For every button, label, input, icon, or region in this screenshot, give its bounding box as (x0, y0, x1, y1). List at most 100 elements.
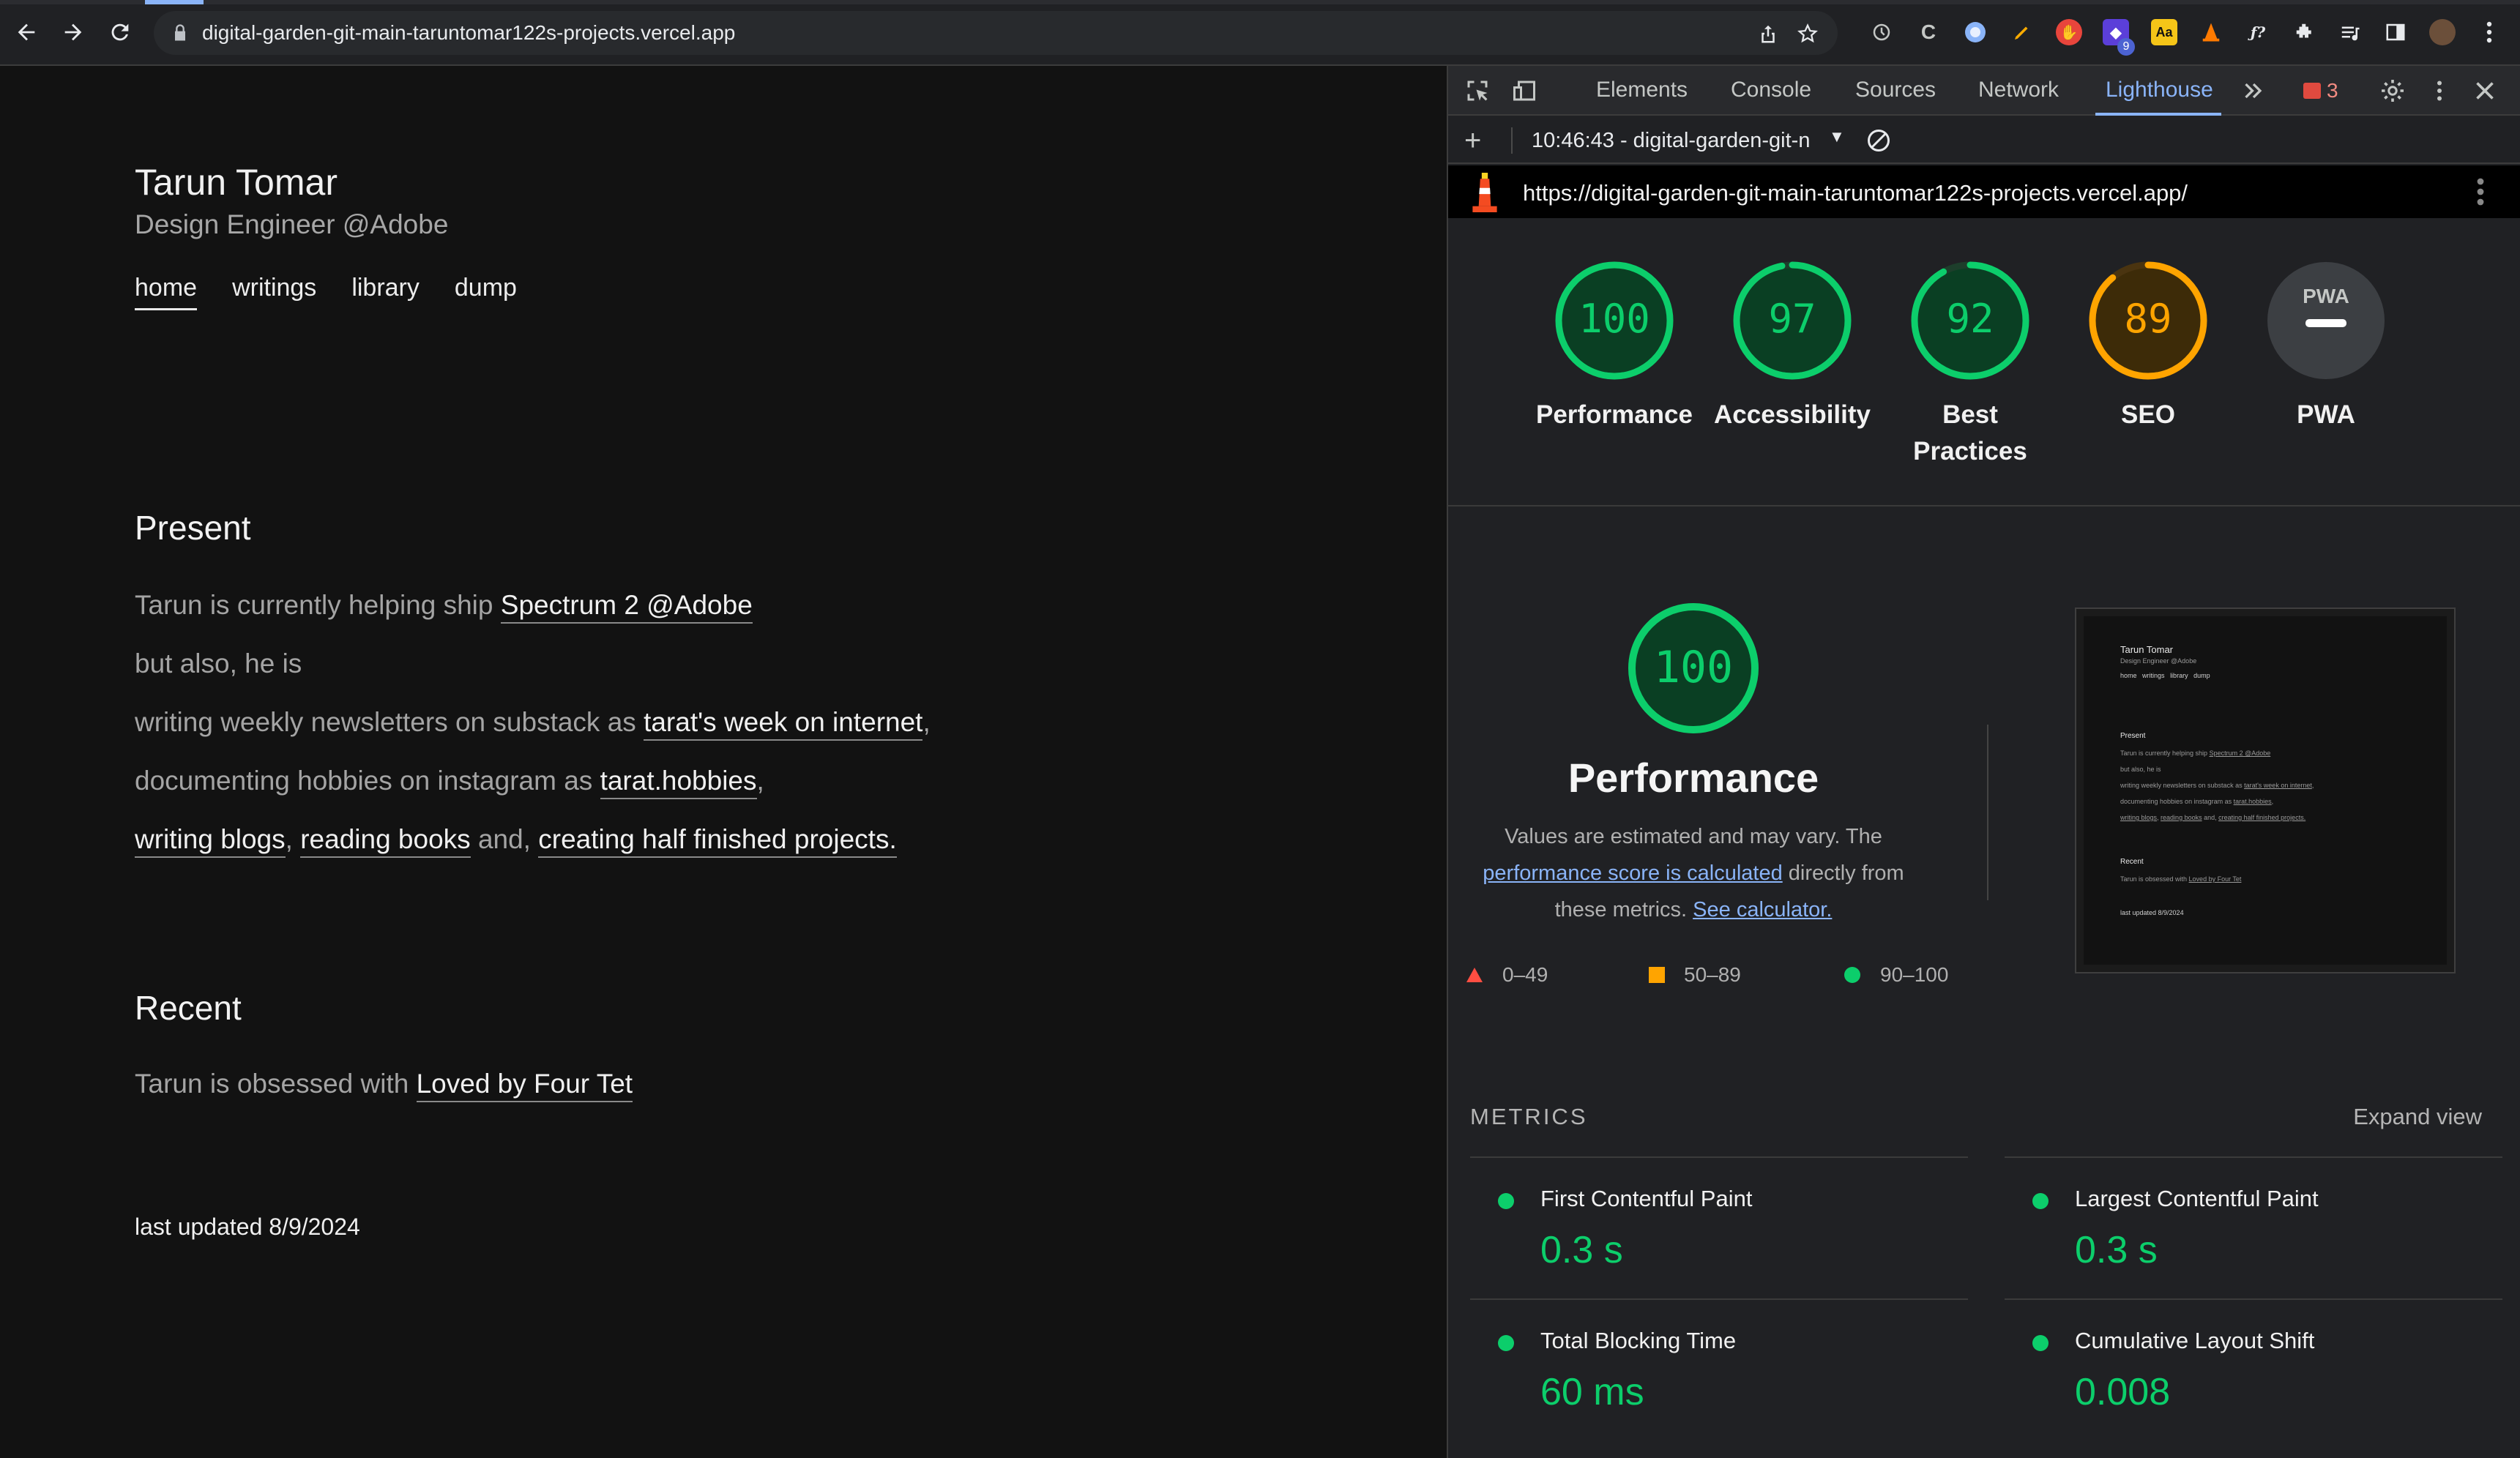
tab-network[interactable]: Network (1978, 78, 2059, 102)
thumb-line-4-link: tarat.hobbies (2233, 798, 2272, 805)
score-label-best-practices: Best Practices (1913, 400, 2027, 466)
legend-average-text: 50–89 (1684, 963, 1741, 986)
side-panel-icon[interactable] (2382, 19, 2409, 45)
profile-avatar[interactable] (2429, 19, 2456, 45)
address-url: digital-garden-git-main-taruntomar122s-p… (202, 21, 736, 44)
bookmark-star-icon[interactable] (1797, 23, 1819, 45)
device-toolbar-icon[interactable] (1511, 78, 1537, 104)
pwa-badge-icon: PWA (2267, 262, 2385, 379)
hand-extension-icon[interactable]: ✋ (2056, 19, 2082, 45)
pass-circle-icon (1844, 967, 1860, 983)
metric-largest-contentful-paint: Largest Contentful Paint 0.3 s (2005, 1156, 2502, 1298)
pass-dot-icon (2032, 1193, 2049, 1209)
metric-total-blocking-time: Total Blocking Time 60 ms (1470, 1298, 1968, 1440)
score-gauge-pwa[interactable]: PWA PWA (2242, 258, 2410, 433)
score-gauge-performance[interactable]: 100 Performance (1530, 258, 1699, 433)
gauge-ring-performance: 100 (1555, 261, 1674, 380)
score-gauge-best-practices[interactable]: 92 Best Practices (1886, 258, 2054, 470)
report-dropdown-icon[interactable]: ▼ (1829, 127, 1845, 146)
instagram-link[interactable]: tarat.hobbies (600, 766, 757, 799)
report-url: https://digital-garden-git-main-taruntom… (1523, 180, 2188, 206)
thumb-nav-home: home (2120, 672, 2137, 679)
address-bar[interactable]: digital-garden-git-main-taruntomar122s-p… (154, 11, 1838, 55)
thumb-recent-line: Tarun is obsessed with Loved by Four Tet (2120, 875, 2241, 883)
cone-extension-icon[interactable] (2198, 19, 2224, 45)
css-extension-icon[interactable]: C (1915, 19, 1942, 45)
legend-average: 50–89 (1649, 963, 1741, 987)
score-value-performance: 100 (1578, 296, 1650, 342)
performance-big-gauge: 100 (1628, 603, 1759, 733)
settings-gear-icon[interactable] (2379, 78, 2406, 104)
color-picker-extension-icon[interactable] (1962, 19, 1988, 45)
tab-sources[interactable]: Sources (1855, 78, 1936, 102)
thumbnail-page: Tarun Tomar Design Engineer @Adobe home … (2084, 616, 2447, 965)
present-heading: Present (135, 509, 251, 547)
present-line-5-sep-1: , (285, 824, 301, 854)
thumb-line-5-link-2: reading books (2161, 814, 2202, 821)
back-button[interactable] (9, 15, 44, 50)
score-gauge-seo[interactable]: 89 SEO (2064, 258, 2232, 433)
inspect-element-icon[interactable] (1464, 78, 1491, 104)
pass-dot-icon (1498, 1335, 1514, 1351)
media-queue-icon[interactable] (2337, 19, 2363, 45)
timer-extension-icon[interactable] (1868, 19, 1895, 45)
error-count-badge[interactable]: 3 (2303, 79, 2338, 102)
nav-library-link[interactable]: library (351, 274, 420, 310)
pen-extension-icon[interactable] (2009, 19, 2035, 45)
report-selector[interactable]: 10:46:43 - digital-garden-git-n (1532, 129, 1810, 153)
thumb-nav-writings: writings (2142, 672, 2165, 679)
active-tab-indicator (145, 0, 204, 4)
projects-link[interactable]: creating half finished projects. (538, 824, 897, 858)
score-calculated-link[interactable]: performance score is calculated (1483, 861, 1782, 885)
tab-lighthouse[interactable]: Lighthouse (2106, 78, 2213, 102)
thumb-recent-text: Tarun is obsessed with (2120, 875, 2189, 883)
recent-heading: Recent (135, 989, 242, 1027)
newsletter-link[interactable]: tarat's week on internet (644, 707, 923, 741)
tab-console[interactable]: Console (1731, 78, 1811, 102)
metric-name: Cumulative Layout Shift (2075, 1328, 2315, 1353)
legend-fail: 0–49 (1466, 963, 1548, 987)
forward-button[interactable] (56, 15, 91, 50)
thumb-name: Tarun Tomar (2120, 644, 2174, 655)
share-icon[interactable] (1757, 23, 1779, 45)
writing-blogs-link[interactable]: writing blogs (135, 824, 286, 858)
fail-triangle-icon (1466, 968, 1483, 982)
thumb-recent-heading: Recent (2120, 858, 2144, 866)
report-menu-icon[interactable] (2476, 177, 2485, 206)
four-tet-link[interactable]: Loved by Four Tet (416, 1069, 633, 1102)
metric-name: Largest Contentful Paint (2075, 1186, 2319, 1211)
site-subtitle: Design Engineer @Adobe (135, 209, 449, 239)
lock-icon (175, 24, 185, 41)
nav-dump-link[interactable]: dump (455, 274, 517, 310)
score-label-accessibility: Accessibility (1714, 400, 1871, 429)
gauge-ring-seo: 89 (2089, 261, 2207, 380)
expand-view-button[interactable]: Expand view (2353, 1104, 2482, 1130)
new-report-button[interactable]: + (1464, 124, 1481, 157)
nav-home-link[interactable]: home (135, 274, 198, 310)
thumb-nav-dump: dump (2193, 672, 2210, 679)
more-tabs-chevron-icon[interactable] (2240, 78, 2267, 104)
reload-button[interactable] (102, 15, 138, 50)
metric-value: 60 ms (1540, 1371, 1644, 1413)
extensions-puzzle-icon[interactable] (2292, 19, 2318, 45)
present-line-3: writing weekly newsletters on substack a… (135, 707, 931, 741)
chrome-menu-icon[interactable] (2476, 19, 2502, 45)
spectrum-link[interactable]: Spectrum 2 @Adobe (500, 590, 753, 624)
performance-big-score: 100 (1654, 642, 1733, 693)
vertical-divider (1987, 725, 1988, 900)
reading-books-link[interactable]: reading books (300, 824, 471, 858)
score-gauge-accessibility[interactable]: 97 Accessibility (1708, 258, 1876, 433)
score-label-pwa: PWA (2297, 400, 2355, 429)
see-calculator-link[interactable]: See calculator. (1693, 898, 1832, 921)
close-devtools-icon[interactable] (2472, 78, 2498, 104)
devtools-menu-icon[interactable] (2426, 78, 2453, 104)
metric-value: 0.008 (2075, 1371, 2171, 1413)
function-extension-icon[interactable]: ƒ? (2245, 19, 2271, 45)
clear-reports-icon[interactable] (1865, 127, 1892, 154)
perf-desc-text-1: Values are estimated and may vary. The (1505, 825, 1882, 848)
tab-elements[interactable]: Elements (1596, 78, 1688, 102)
dictionary-extension-icon[interactable]: Aa (2151, 19, 2177, 45)
pass-dot-icon (1498, 1193, 1514, 1209)
final-screenshot-thumbnail[interactable]: Tarun Tomar Design Engineer @Adobe home … (2075, 608, 2456, 973)
nav-writings-link[interactable]: writings (232, 274, 316, 310)
